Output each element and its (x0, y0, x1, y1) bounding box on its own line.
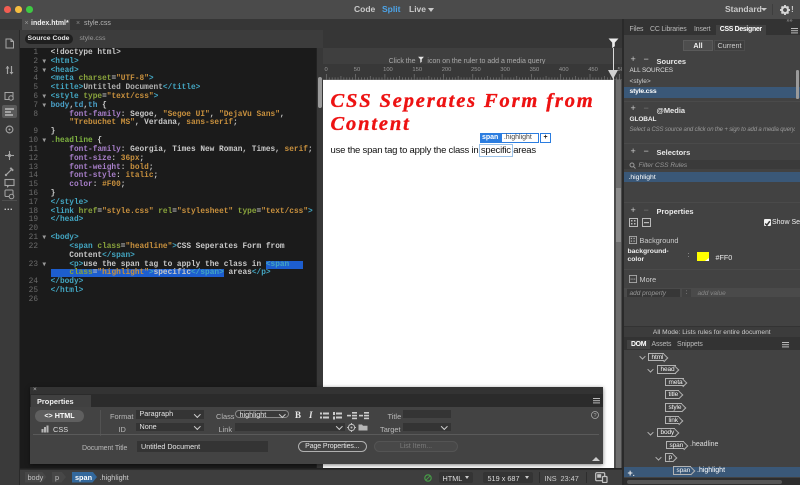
svg-text:?: ? (593, 413, 596, 419)
